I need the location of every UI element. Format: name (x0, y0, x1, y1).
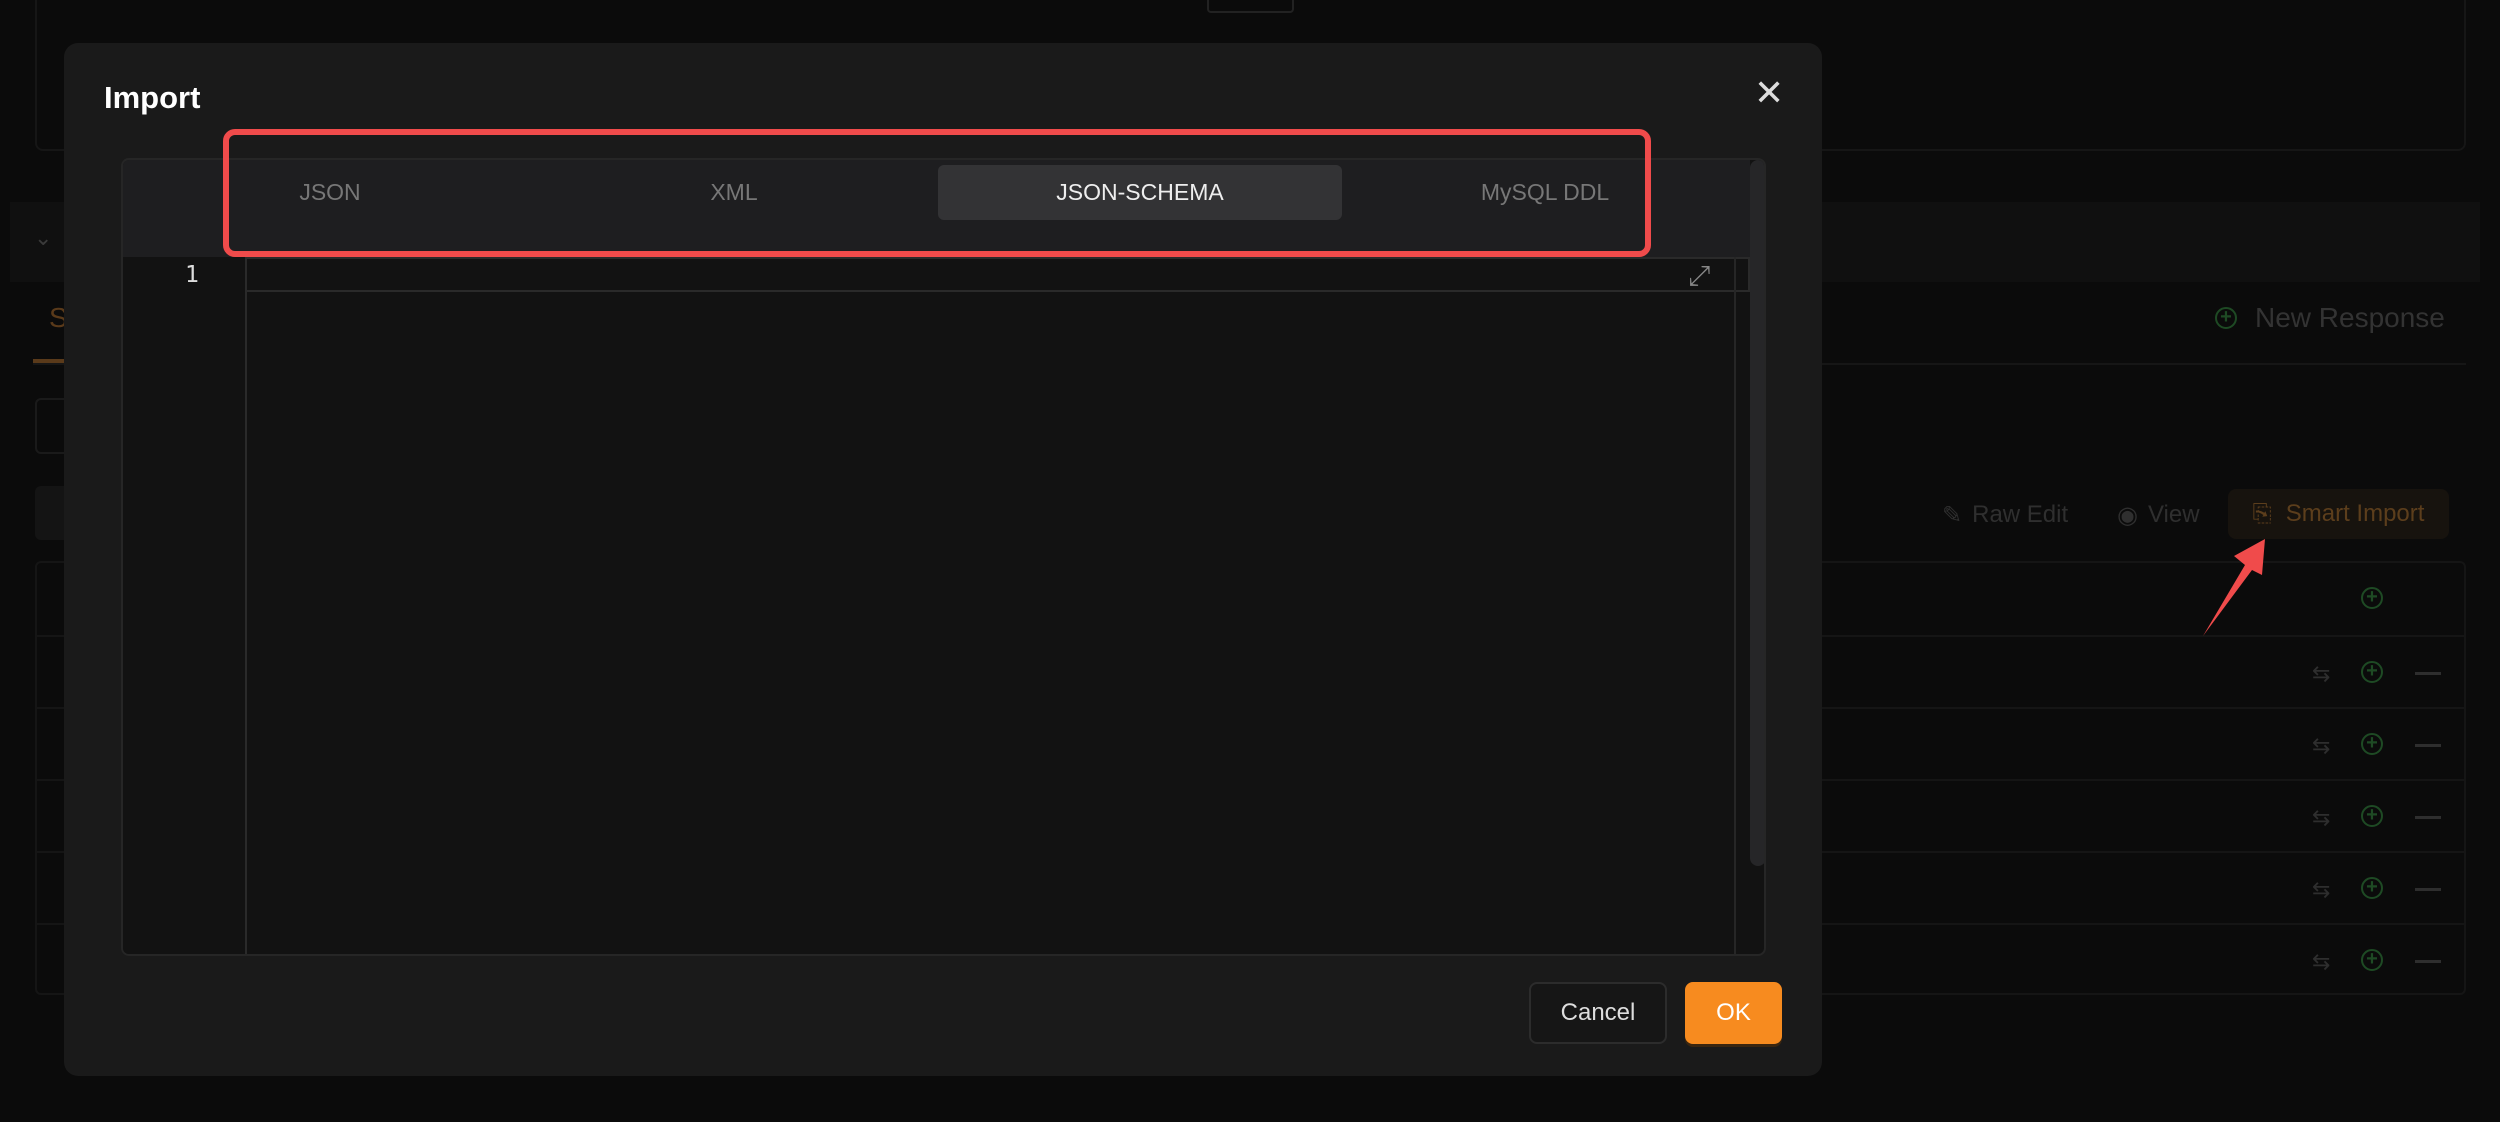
annotation-arrow (2203, 539, 2265, 636)
arrow-icon (2203, 539, 2265, 636)
